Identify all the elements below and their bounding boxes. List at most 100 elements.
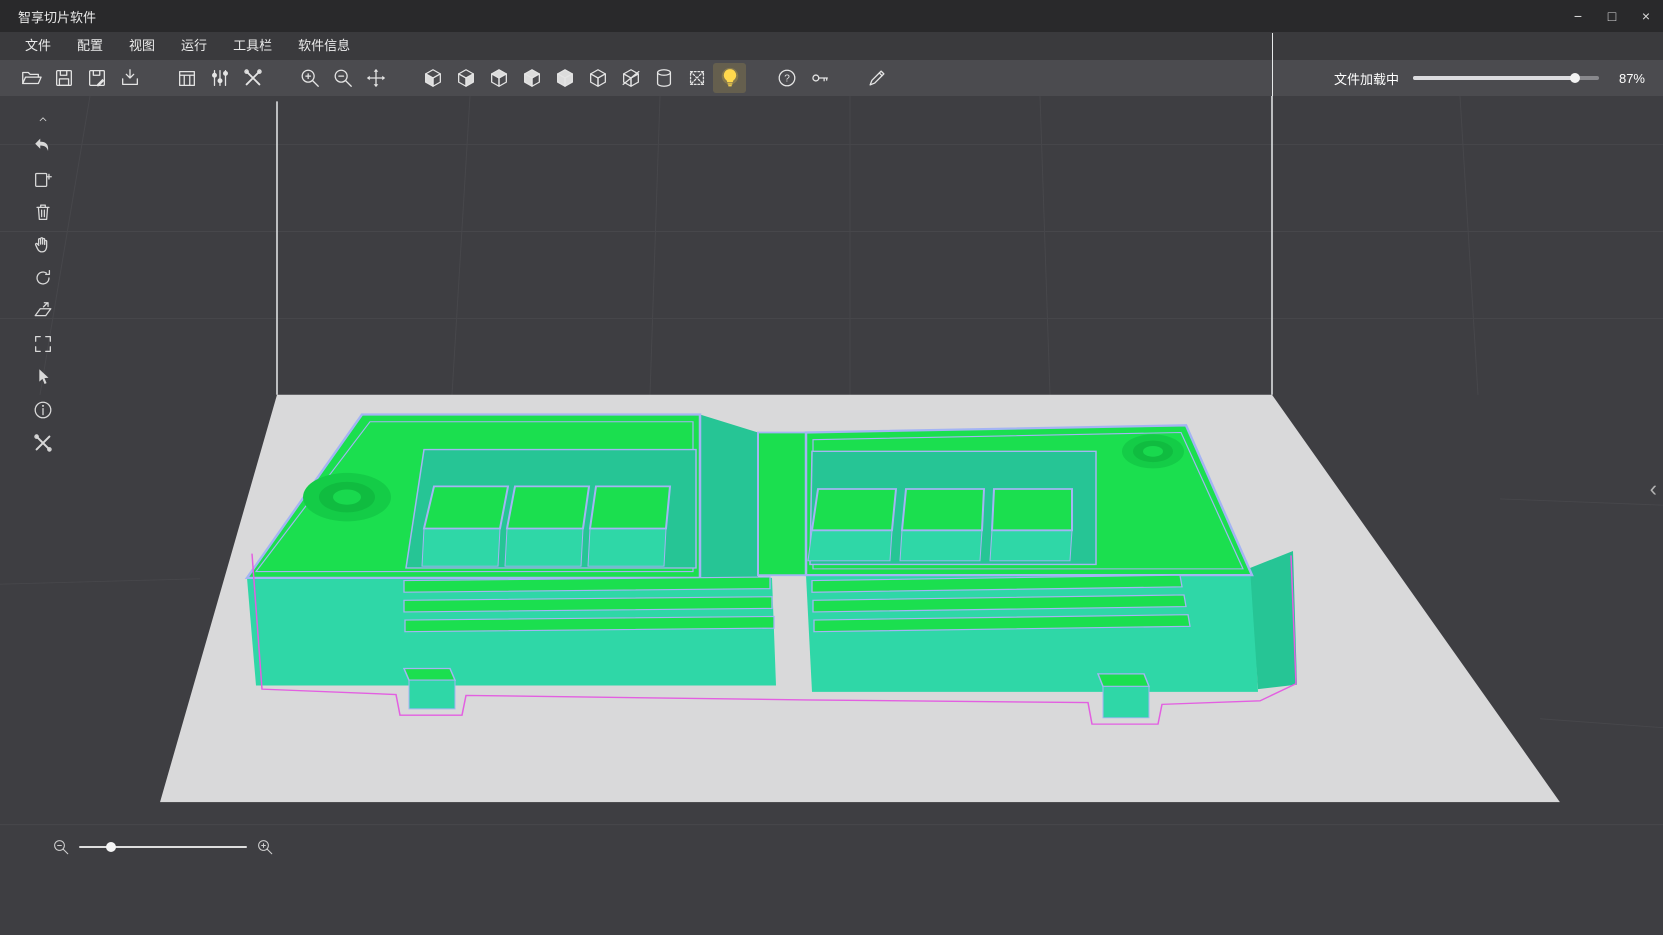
build-volume-edge-line <box>1272 33 1273 96</box>
expand-icon <box>32 333 54 355</box>
section-view-button[interactable] <box>614 63 647 93</box>
object-info-button[interactable] <box>24 395 62 425</box>
small-cube-left[interactable] <box>404 668 455 708</box>
mirror-object-button[interactable] <box>24 296 62 326</box>
import-button[interactable] <box>113 63 146 93</box>
wrench-icon <box>242 67 264 89</box>
cube-back-icon <box>455 67 477 89</box>
maximize-button[interactable]: □ <box>1595 0 1629 32</box>
zoom-in-icon <box>299 67 321 89</box>
help-button[interactable]: ? <box>770 63 803 93</box>
cube-slash-icon <box>620 67 642 89</box>
zoom-control <box>52 838 274 856</box>
titlebar: 智享切片软件 − □ × <box>0 0 1663 32</box>
cylinder-view-button[interactable] <box>647 63 680 93</box>
cube-outline-icon <box>587 67 609 89</box>
progress-bar[interactable] <box>1413 76 1599 80</box>
screw-boss-right <box>1122 434 1184 468</box>
move-icon <box>365 67 387 89</box>
tools-button[interactable] <box>236 63 269 93</box>
view-left-button[interactable] <box>482 63 515 93</box>
view-perspective-button[interactable] <box>581 63 614 93</box>
open-folder-icon <box>20 67 42 89</box>
undo-button[interactable] <box>24 131 62 161</box>
app-title: 智享切片软件 <box>18 7 96 26</box>
menu-about[interactable]: 软件信息 <box>285 32 363 60</box>
move-model-button[interactable] <box>359 63 392 93</box>
close-button[interactable]: × <box>1629 0 1663 32</box>
view-front-button[interactable] <box>416 63 449 93</box>
window-controls: − □ × <box>1561 0 1663 32</box>
zoom-slider[interactable] <box>79 846 247 848</box>
add-object-button[interactable] <box>24 164 62 194</box>
license-key-button[interactable] <box>803 63 836 93</box>
cursor-icon <box>32 366 54 388</box>
mirror-icon <box>32 300 54 322</box>
rotate-icon <box>32 267 54 289</box>
progress-percent: 87% <box>1613 71 1645 86</box>
model[interactable] <box>247 415 1297 725</box>
pen-icon <box>866 67 888 89</box>
repair-tools-button[interactable] <box>24 428 62 458</box>
svg-text:?: ? <box>784 74 790 85</box>
zoom-in-icon[interactable] <box>256 838 274 856</box>
undo-icon <box>32 135 54 157</box>
slice-parameters-button[interactable] <box>203 63 236 93</box>
view-top-button[interactable] <box>548 63 581 93</box>
progress-label: 文件加载中 <box>1334 69 1399 88</box>
viewport-3d[interactable]: ‹ <box>0 96 1663 935</box>
help-icon: ? <box>776 67 798 89</box>
machine-settings-button[interactable] <box>170 63 203 93</box>
machine-icon <box>176 67 198 89</box>
progress-thumb[interactable] <box>1570 73 1580 83</box>
cube-top-icon <box>554 67 576 89</box>
right-panel-chevron[interactable]: ‹ <box>1650 478 1657 500</box>
cube-right-icon <box>521 67 543 89</box>
menu-run[interactable]: 运行 <box>168 32 220 60</box>
progress-fill <box>1413 76 1575 80</box>
cylinder-icon <box>653 67 675 89</box>
view-back-button[interactable] <box>449 63 482 93</box>
rotate-view-button[interactable] <box>24 263 62 293</box>
menubar: 文件 配置 视图 运行 工具栏 软件信息 <box>0 32 1663 60</box>
save-icon <box>53 67 75 89</box>
crossed-tools-icon <box>32 432 54 454</box>
annotate-pen-button[interactable] <box>860 63 893 93</box>
zoom-slider-thumb[interactable] <box>106 842 116 852</box>
menu-view[interactable]: 视图 <box>116 32 168 60</box>
open-file-button[interactable] <box>14 63 47 93</box>
small-cube-right[interactable] <box>1098 674 1149 718</box>
bounding-box-button[interactable] <box>680 63 713 93</box>
delete-object-button[interactable] <box>24 197 62 227</box>
save-button[interactable] <box>47 63 80 93</box>
collapse-panel-button[interactable] <box>24 110 62 128</box>
pan-view-button[interactable] <box>24 230 62 260</box>
cube-front-icon <box>422 67 444 89</box>
lightbulb-icon <box>719 67 741 89</box>
menu-file[interactable]: 文件 <box>12 32 64 60</box>
minimize-button[interactable]: − <box>1561 0 1595 32</box>
import-icon <box>119 67 141 89</box>
scene-canvas <box>0 96 1663 935</box>
menu-config[interactable]: 配置 <box>64 32 116 60</box>
file-loading-progress: 文件加载中 87% <box>1334 69 1663 88</box>
light-toggle-button[interactable] <box>713 63 746 93</box>
zoom-out-icon <box>332 67 354 89</box>
select-object-button[interactable] <box>24 362 62 392</box>
zoom-out-button[interactable] <box>326 63 359 93</box>
dashed-box-icon <box>686 67 708 89</box>
main-toolbar: ? 文件加载中 87% <box>0 60 1663 96</box>
save-as-icon <box>86 67 108 89</box>
zoom-out-icon[interactable] <box>52 838 70 856</box>
view-right-button[interactable] <box>515 63 548 93</box>
key-icon <box>809 67 831 89</box>
chevron-up-icon <box>33 112 53 126</box>
sliders-icon <box>209 67 231 89</box>
info-icon <box>32 399 54 421</box>
menu-toolbar[interactable]: 工具栏 <box>220 32 285 60</box>
fit-view-button[interactable] <box>24 329 62 359</box>
add-file-icon <box>32 168 54 190</box>
save-as-button[interactable] <box>80 63 113 93</box>
cube-left-icon <box>488 67 510 89</box>
zoom-in-button[interactable] <box>293 63 326 93</box>
